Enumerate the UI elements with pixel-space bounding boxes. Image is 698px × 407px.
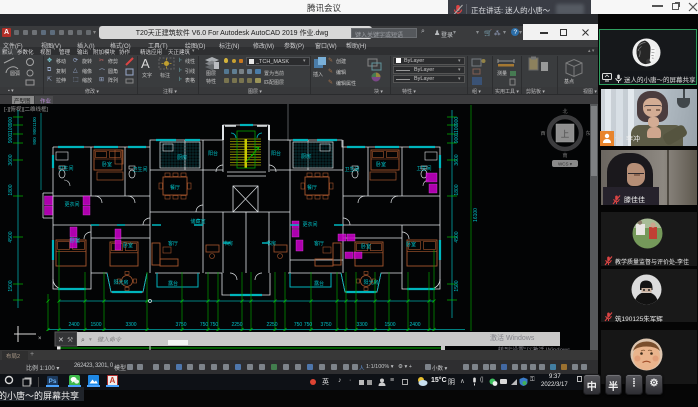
svg-text:1800: 1800: [8, 184, 14, 195]
svg-text:卧室: 卧室: [376, 161, 386, 168]
svg-text:×: ×: [38, 336, 42, 342]
svg-text:北: 北: [562, 108, 567, 115]
svg-text:1500: 1500: [384, 322, 395, 328]
svg-text:900: 900: [8, 117, 14, 126]
svg-text:16100: 16100: [473, 208, 479, 222]
svg-text:✕: ✕: [58, 337, 64, 344]
svg-text:客厅: 客厅: [314, 240, 324, 247]
svg-text:900: 900: [454, 135, 460, 144]
svg-text:2250: 2250: [266, 322, 277, 328]
svg-text:客厅: 客厅: [168, 240, 178, 247]
svg-text:900: 900: [32, 137, 37, 145]
svg-text:3600: 3600: [8, 154, 14, 165]
svg-text:西: 西: [540, 131, 545, 137]
svg-text:卧室: 卧室: [361, 243, 371, 250]
svg-text:卧室: 卧室: [102, 161, 112, 168]
svg-text:阳光房: 阳光房: [363, 279, 378, 286]
svg-text:⚒: ⚒: [67, 336, 73, 344]
svg-text:上: 上: [561, 129, 570, 139]
svg-text:750: 750: [210, 322, 219, 328]
svg-text:卧室: 卧室: [70, 237, 80, 244]
svg-text:卫生间: 卫生间: [344, 166, 359, 173]
svg-text:卧室: 卧室: [406, 241, 416, 248]
svg-text:2400: 2400: [68, 322, 79, 328]
svg-text:750: 750: [200, 322, 209, 328]
svg-text:更衣间: 更衣间: [64, 201, 79, 208]
svg-text:3750: 3750: [320, 322, 331, 328]
svg-text:900: 900: [454, 117, 460, 126]
svg-text:卧室: 卧室: [123, 242, 133, 249]
svg-text:阳光房: 阳光房: [113, 279, 128, 286]
svg-text:1500: 1500: [90, 322, 101, 328]
svg-text:1100: 1100: [454, 124, 460, 135]
svg-text:储藏室: 储藏室: [190, 218, 205, 225]
svg-text:餐厅: 餐厅: [307, 184, 317, 191]
svg-text:3300: 3300: [125, 322, 136, 328]
svg-text:3300: 3300: [356, 322, 367, 328]
svg-text:厨房: 厨房: [301, 153, 311, 160]
svg-text:1100: 1100: [8, 124, 14, 135]
svg-text:1800: 1800: [454, 184, 460, 195]
svg-text:[-][俯视][二维线框]: [-][俯视][二维线框]: [4, 105, 48, 113]
svg-text:阳台: 阳台: [271, 150, 281, 157]
svg-text:900: 900: [8, 135, 14, 144]
svg-text:3750: 3750: [175, 322, 186, 328]
svg-text:2400: 2400: [409, 322, 420, 328]
svg-text:书房: 书房: [266, 240, 276, 247]
svg-text:南: 南: [562, 152, 567, 159]
svg-text:4500: 4500: [8, 231, 14, 242]
svg-text:厨房: 厨房: [177, 154, 187, 161]
svg-text:2250: 2250: [231, 322, 242, 328]
svg-text:▾: ▾: [89, 337, 92, 343]
svg-text:露台: 露台: [314, 280, 324, 287]
svg-text:卫生间: 卫生间: [132, 166, 147, 173]
svg-text:餐厅: 餐厅: [170, 184, 180, 191]
svg-text:激活 Windows: 激活 Windows: [490, 333, 535, 342]
svg-text:1500: 1500: [454, 280, 460, 291]
svg-text:4500: 4500: [454, 231, 460, 242]
svg-text:卫生间: 卫生间: [416, 165, 431, 172]
svg-text:3600: 3600: [454, 154, 460, 165]
svg-text:750: 750: [304, 322, 313, 328]
svg-text:1100: 1100: [32, 117, 37, 127]
svg-text:露台: 露台: [168, 280, 178, 287]
svg-text:750: 750: [294, 322, 303, 328]
svg-text:900: 900: [32, 127, 37, 135]
svg-text:书房: 书房: [223, 240, 233, 247]
svg-text:阳台: 阳台: [208, 150, 218, 157]
svg-text:更衣间: 更衣间: [302, 221, 317, 228]
svg-text:⌕: ⌕: [81, 337, 85, 344]
svg-text:键入命令: 键入命令: [97, 336, 122, 344]
svg-text:卫生间: 卫生间: [58, 165, 73, 172]
svg-text:WCS ▾: WCS ▾: [558, 162, 573, 167]
svg-text:东: 东: [585, 130, 590, 137]
svg-text:1500: 1500: [8, 280, 14, 291]
